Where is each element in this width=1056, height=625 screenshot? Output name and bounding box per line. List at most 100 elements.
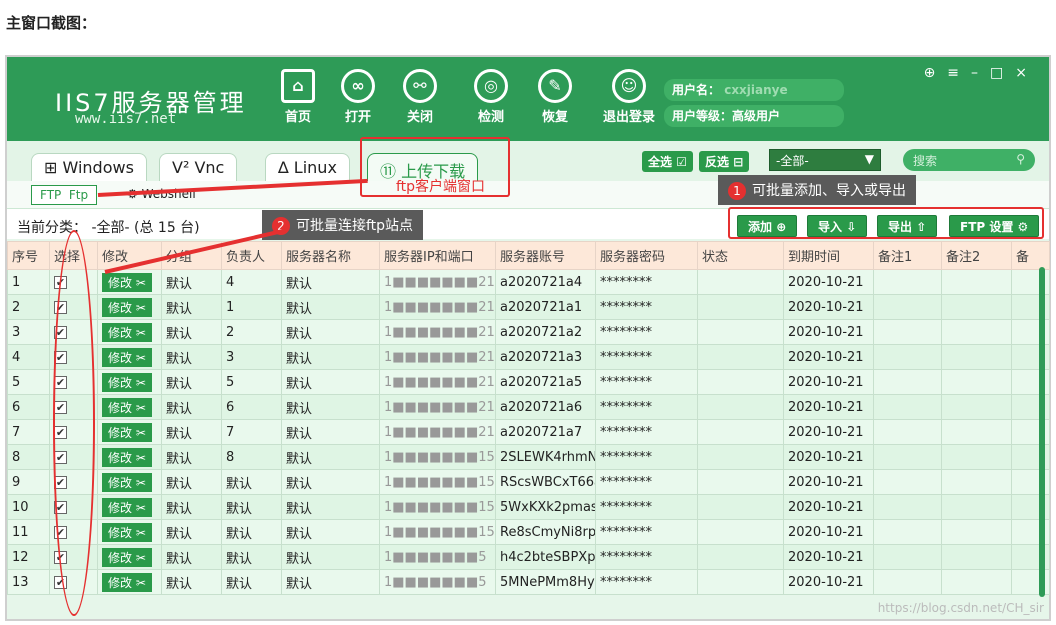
owner-cell: 1: [221, 294, 282, 320]
server-account-cell: a2020721a7: [495, 419, 596, 445]
server-account-cell: RScsWBCxT66a: [495, 469, 596, 495]
column-header[interactable]: 备注1: [873, 241, 942, 270]
edit-cell[interactable]: 修改 ✂: [97, 469, 162, 495]
table-row[interactable]: 13 ✔ 修改 ✂ 默认 默认 默认 1■■■■■■■5 5MNePMm8Hy ********…: [7, 569, 1050, 595]
column-header[interactable]: 负责人: [221, 241, 282, 270]
edit-cell[interactable]: 修改 ✂: [97, 569, 162, 595]
note2-cell: [941, 344, 1012, 370]
note2-cell: [941, 494, 1012, 520]
tab-vnc[interactable]: V² Vnc: [159, 153, 238, 183]
row-index: 11: [7, 519, 50, 545]
edit-cell[interactable]: 修改 ✂: [97, 394, 162, 420]
edit-button[interactable]: 修改 ✂: [102, 547, 152, 567]
tab-windows[interactable]: ⊞ Windows: [31, 153, 147, 183]
column-header[interactable]: 服务器密码: [595, 241, 698, 270]
edit-button[interactable]: 修改 ✂: [102, 522, 152, 542]
table-row[interactable]: 1 ✔ 修改 ✂ 默认 4 默认 1■■■■■■■21 a2020721a4 ******** 2…: [7, 269, 1050, 295]
note2-cell: [941, 469, 1012, 495]
table-row[interactable]: 2 ✔ 修改 ✂ 默认 1 默认 1■■■■■■■21 a2020721a1 ******** 2…: [7, 294, 1050, 320]
note1-cell: [873, 494, 942, 520]
server-account-cell: 5WxKXk2pmasi: [495, 494, 596, 520]
edit-button[interactable]: 修改 ✂: [102, 472, 152, 492]
row-index: 10: [7, 494, 50, 520]
edit-cell[interactable]: 修改 ✂: [97, 369, 162, 395]
server-name-cell: 默认: [281, 519, 380, 545]
menu-icon: ≡: [947, 65, 972, 81]
home-button[interactable]: ⌂ 首页: [270, 69, 326, 125]
table-row[interactable]: 7 ✔ 修改 ✂ 默认 7 默认 1■■■■■■■21 a2020721a7 ******** 2…: [7, 419, 1050, 445]
owner-cell: 8: [221, 444, 282, 470]
table-row[interactable]: 6 ✔ 修改 ✂ 默认 6 默认 1■■■■■■■21 a2020721a6 ******** 2…: [7, 394, 1050, 420]
table-row[interactable]: 8 ✔ 修改 ✂ 默认 8 默认 1■■■■■■■159 2SLEWK4rhmN *******…: [7, 444, 1050, 470]
table-row[interactable]: 11 ✔ 修改 ✂ 默认 默认 默认 1■■■■■■■159 Re8sCmyNi8rp ****…: [7, 519, 1050, 545]
note2-cell: [941, 444, 1012, 470]
owner-cell: 2: [221, 319, 282, 345]
select-all-button[interactable]: 全选 ☑: [642, 151, 693, 172]
check-button[interactable]: ◎ 检测: [463, 69, 519, 125]
table-row[interactable]: 12 ✔ 修改 ✂ 默认 默认 默认 1■■■■■■■5 h4c2bteSBPXpr *****…: [7, 544, 1050, 570]
edit-button[interactable]: 修改 ✂: [102, 372, 152, 392]
edit-button[interactable]: 修改 ✂: [102, 422, 152, 442]
pin-icon: ⊕: [923, 65, 948, 81]
logout-button[interactable]: ☺ 退出登录: [592, 69, 666, 125]
table-row[interactable]: 5 ✔ 修改 ✂ 默认 5 默认 1■■■■■■■21 a2020721a5 ******** 2…: [7, 369, 1050, 395]
server-name-cell: 默认: [281, 494, 380, 520]
edit-button[interactable]: 修改 ✂: [102, 322, 152, 342]
note2-cell: [941, 569, 1012, 595]
server-account-cell: a2020721a3: [495, 344, 596, 370]
server-password-cell: ********: [595, 369, 698, 395]
table-row[interactable]: 9 ✔ 修改 ✂ 默认 默认 默认 1■■■■■■■159 RScsWBCxT66a *****…: [7, 469, 1050, 495]
edit-cell[interactable]: 修改 ✂: [97, 344, 162, 370]
group-cell: 默认: [161, 569, 222, 595]
edit-cell[interactable]: 修改 ✂: [97, 544, 162, 570]
edit-button[interactable]: 修改 ✂: [102, 497, 152, 517]
column-header[interactable]: 备注2: [941, 241, 1012, 270]
close-button[interactable]: ⚯ 关闭: [392, 69, 448, 125]
subtab-ftp[interactable]: FTP Ftp: [31, 185, 98, 205]
edit-button[interactable]: 修改 ✂: [102, 397, 152, 417]
tab-linux[interactable]: ∆ Linux: [265, 153, 350, 183]
edit-button[interactable]: 修改 ✂: [102, 572, 152, 592]
column-header[interactable]: 到期时间: [783, 241, 874, 270]
open-button[interactable]: ∞ 打开: [330, 69, 386, 125]
close-icon: ×: [1015, 65, 1039, 81]
column-header[interactable]: 服务器名称: [281, 241, 380, 270]
row-index: 7: [7, 419, 50, 445]
edit-cell[interactable]: 修改 ✂: [97, 294, 162, 320]
column-header[interactable]: 服务器账号: [495, 241, 596, 270]
expiry-cell: 2020-10-21: [783, 319, 874, 345]
table-row[interactable]: 10 ✔ 修改 ✂ 默认 默认 默认 1■■■■■■■159 5WxKXk2pmasi ****…: [7, 494, 1050, 520]
column-header[interactable]: 状态: [697, 241, 784, 270]
expiry-cell: 2020-10-21: [783, 569, 874, 595]
note1-cell: [873, 344, 942, 370]
filter-select[interactable]: -全部- ▼: [769, 149, 881, 171]
table-row[interactable]: 3 ✔ 修改 ✂ 默认 2 默认 1■■■■■■■21 a2020721a2 ******** 2…: [7, 319, 1050, 345]
column-header[interactable]: 备: [1011, 241, 1050, 270]
server-name-cell: 默认: [281, 294, 380, 320]
user-info: 用户名： cxxjianye 用户等级：高级用户: [664, 79, 844, 131]
expiry-cell: 2020-10-21: [783, 394, 874, 420]
table-row[interactable]: 4 ✔ 修改 ✂ 默认 3 默认 1■■■■■■■21 a2020721a3 ******** 2…: [7, 344, 1050, 370]
edit-button[interactable]: 修改 ✂: [102, 447, 152, 467]
edit-button[interactable]: 修改 ✂: [102, 297, 152, 317]
invert-select-button[interactable]: 反选 ⊟: [699, 151, 750, 172]
server-name-cell: 默认: [281, 369, 380, 395]
edit-button[interactable]: 修改 ✂: [102, 347, 152, 367]
group-cell: 默认: [161, 294, 222, 320]
owner-cell: 3: [221, 344, 282, 370]
owner-cell: 默认: [221, 519, 282, 545]
search-input[interactable]: 搜索 ⚲: [903, 149, 1035, 171]
column-header[interactable]: 服务器IP和端口: [379, 241, 496, 270]
edit-cell[interactable]: 修改 ✂: [97, 519, 162, 545]
vertical-scrollbar[interactable]: [1039, 267, 1045, 597]
column-header[interactable]: 序号: [7, 241, 50, 270]
edit-cell[interactable]: 修改 ✂: [97, 319, 162, 345]
window-controls[interactable]: ⊕≡–□×: [924, 65, 1039, 81]
edit-cell[interactable]: 修改 ✂: [97, 444, 162, 470]
edit-cell[interactable]: 修改 ✂: [97, 419, 162, 445]
group-cell: 默认: [161, 544, 222, 570]
restore-button[interactable]: ✎ 恢复: [527, 69, 583, 125]
edit-cell[interactable]: 修改 ✂: [97, 494, 162, 520]
annotation-ellipse-checkboxes: [53, 230, 95, 616]
edit-button[interactable]: 修改 ✂: [102, 272, 152, 292]
